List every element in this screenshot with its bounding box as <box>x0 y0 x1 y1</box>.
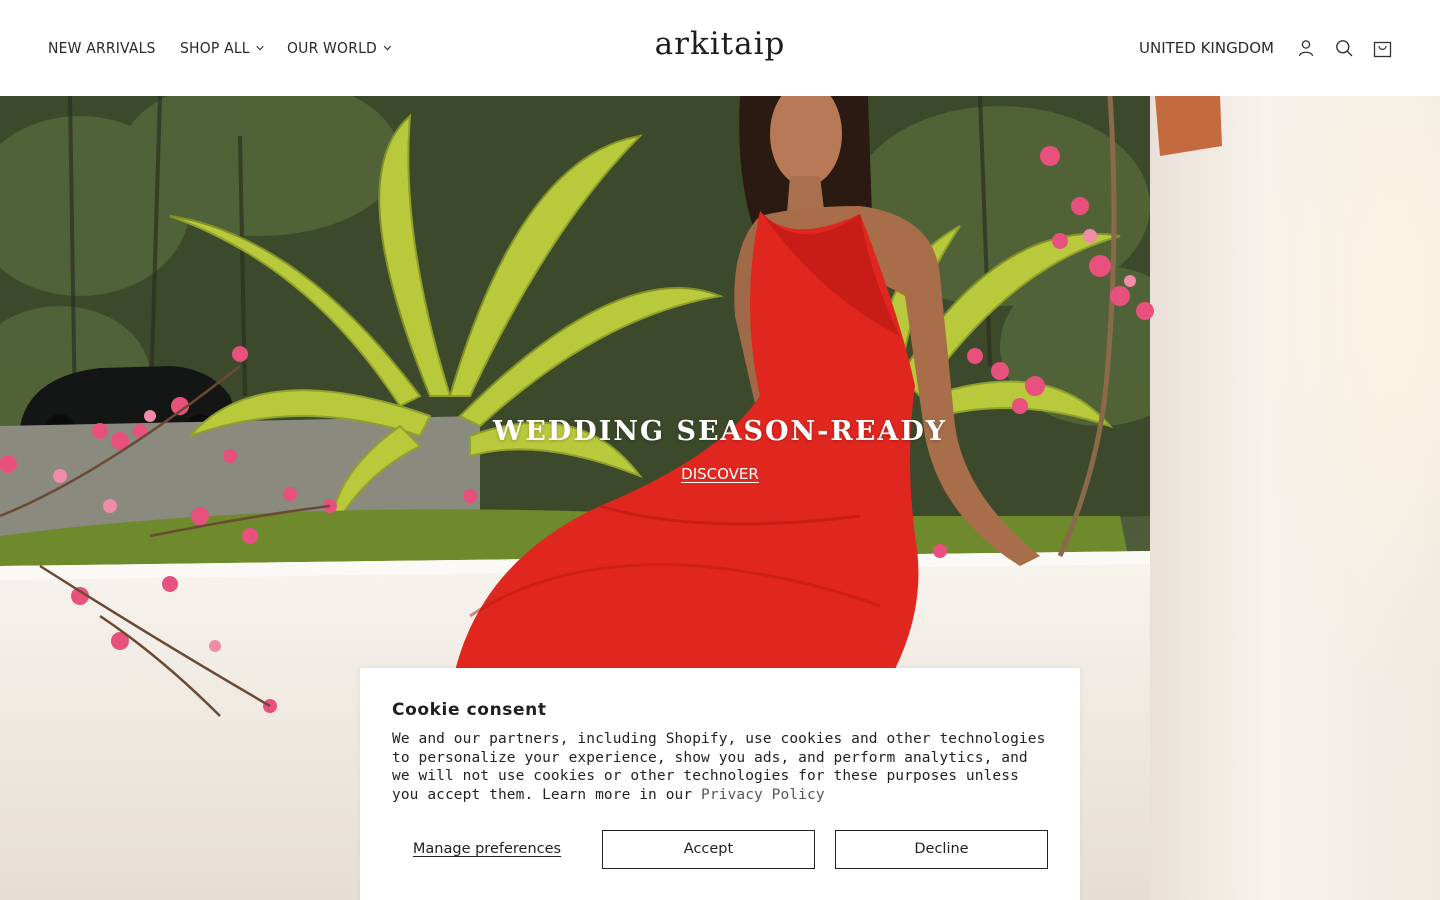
hero-link-wrap: DISCOVER <box>0 465 1440 484</box>
brand-logo[interactable]: arkitaip <box>655 26 786 62</box>
privacy-policy-link[interactable]: Privacy Policy <box>701 787 825 803</box>
cookie-title: Cookie consent <box>392 700 547 720</box>
manage-preferences-link[interactable]: Manage preferences <box>392 841 582 857</box>
nav-new-arrivals-label: NEW ARRIVALS <box>48 39 156 57</box>
main-nav: NEW ARRIVALS SHOP ALL OUR WORLD <box>48 0 399 96</box>
country-selector[interactable]: UNITED KINGDOM <box>1139 39 1274 57</box>
accept-button[interactable]: Accept <box>602 829 815 869</box>
account-icon[interactable] <box>1296 38 1316 58</box>
cookie-text: We and our partners, including Shopify, … <box>392 730 1052 804</box>
site-header: NEW ARRIVALS SHOP ALL OUR WORLD arkitaip… <box>0 0 1440 96</box>
cookie-actions: Manage preferences Accept Decline <box>392 829 1048 869</box>
discover-link[interactable]: DISCOVER <box>681 465 759 483</box>
nav-new-arrivals[interactable]: NEW ARRIVALS <box>48 39 156 57</box>
nav-shop-all-label: SHOP ALL <box>179 39 250 57</box>
chevron-down-icon <box>383 45 391 51</box>
nav-our-world[interactable]: OUR WORLD <box>287 39 392 57</box>
cookie-consent-dialog: Cookie consent We and our partners, incl… <box>360 668 1080 900</box>
decline-button[interactable]: Decline <box>835 829 1048 869</box>
chevron-down-icon <box>256 45 264 51</box>
search-icon[interactable] <box>1334 38 1354 58</box>
cart-icon[interactable] <box>1372 38 1392 58</box>
hero-title: WEDDING SEASON-READY <box>492 416 948 447</box>
nav-shop-all[interactable]: SHOP ALL <box>180 39 265 57</box>
header-utilities: UNITED KINGDOM <box>1139 0 1392 96</box>
nav-our-world-label: OUR WORLD <box>286 39 377 57</box>
